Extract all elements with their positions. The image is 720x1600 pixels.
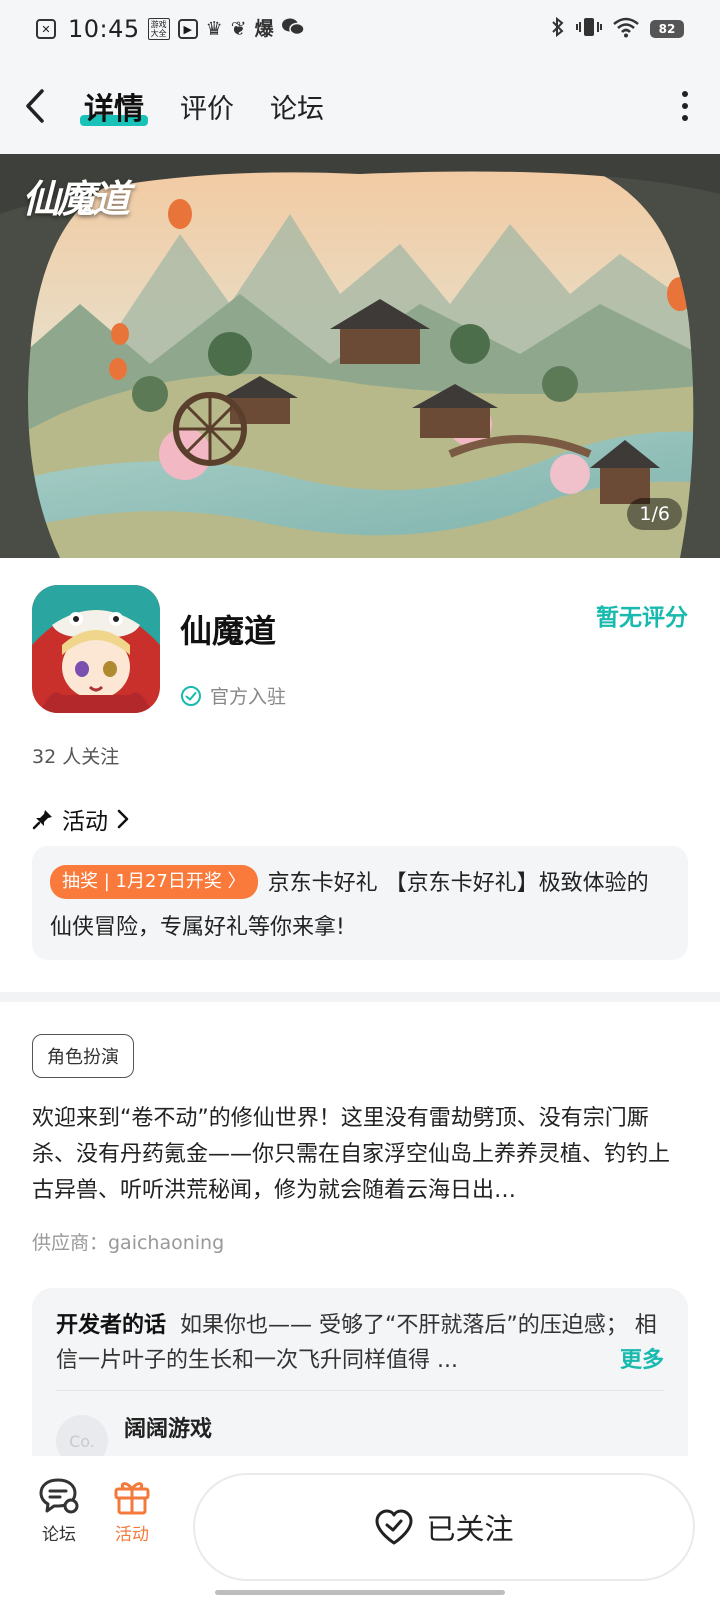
section-divider	[0, 992, 720, 1002]
play-square-icon: ▶	[177, 19, 198, 39]
supplier-text: 供应商：gaichaoning	[32, 1232, 225, 1254]
tab-forum[interactable]: 论坛	[270, 87, 324, 126]
gift-icon	[114, 1482, 150, 1515]
explode-char-icon: 爆	[254, 17, 274, 40]
forum-button[interactable]: 论坛	[38, 1476, 80, 1545]
status-left: ✕ 10:45 游戏大全 ▶ ♛ ❦ 爆	[36, 15, 305, 43]
crown-icon: ♛	[205, 17, 223, 40]
tab-details[interactable]: 详情	[80, 84, 148, 128]
more-dot	[682, 103, 688, 109]
battery-icon: 82	[650, 20, 684, 38]
back-button[interactable]	[0, 58, 70, 154]
more-dot	[682, 115, 688, 121]
app-info-section: 仙魔道 官方入驻 暂无评分 32 人关注 活动 抽奖 | 1月27日开奖 〉京东…	[0, 558, 720, 998]
app-name: 仙魔道	[180, 612, 277, 650]
forum-label: 论坛	[42, 1525, 76, 1545]
status-right: 82	[550, 16, 684, 42]
chevron-right-icon	[117, 809, 129, 829]
developer-divider	[56, 1390, 664, 1391]
close-square-icon: ✕	[36, 19, 56, 39]
banner-carousel[interactable]: 仙魔道 1/6	[0, 154, 720, 558]
activity-card[interactable]: 抽奖 | 1月27日开奖 〉京东卡好礼 【京东卡好礼】极致体验的仙侠冒险，专属好…	[32, 846, 688, 960]
genre-tag[interactable]: 角色扮演	[32, 1034, 134, 1078]
follow-button[interactable]: 已关注	[193, 1473, 695, 1581]
vibrate-icon	[576, 16, 602, 42]
banner-game-logo: 仙魔道	[22, 176, 130, 221]
status-bar: ✕ 10:45 游戏大全 ▶ ♛ ❦ 爆 82	[0, 0, 720, 58]
activity-label: 活动	[115, 1525, 149, 1545]
follow-label: 已关注	[426, 1512, 514, 1546]
home-indicator[interactable]	[215, 1590, 505, 1595]
wechat-icon	[281, 17, 305, 41]
follower-count: 32 人关注	[32, 746, 120, 768]
pin-icon	[32, 810, 52, 830]
heart-check-icon	[375, 1509, 413, 1545]
activity-button[interactable]: 活动	[112, 1476, 152, 1545]
developer-notes: 开发者的话 如果你也—— 受够了“不肝就落后”的压迫感； 相信一片叶子的生长和一次…	[56, 1308, 664, 1378]
tab-bar: 详情 评价 论坛	[80, 84, 324, 128]
activity-header-label: 活动	[62, 809, 108, 835]
developer-name: 阔阔游戏	[124, 1417, 213, 1442]
forum-icon	[39, 1478, 79, 1514]
description-section: 角色扮演 欢迎来到“卷不动”的修仙世界！这里没有雷劫劈顶、没有宗门厮杀、没有丹药…	[0, 1002, 720, 1488]
lottery-tag: 抽奖 | 1月27日开奖 〉	[50, 865, 258, 899]
status-time: 10:45	[68, 15, 140, 43]
bottom-action-bar: 论坛 活动 已关注	[0, 1456, 720, 1600]
bluetooth-icon	[550, 16, 566, 42]
official-label: 官方入驻	[210, 686, 287, 708]
check-circle-icon	[181, 685, 201, 706]
more-wrap: 更多	[607, 1343, 664, 1378]
game-intro-text[interactable]: 欢迎来到“卷不动”的修仙世界！这里没有雷劫劈顶、没有宗门厮杀、没有丹药氪金——你…	[32, 1101, 688, 1209]
official-badge: 官方入驻	[180, 682, 286, 709]
app-icon	[32, 585, 160, 713]
more-dot	[682, 91, 688, 97]
more-options-button[interactable]	[650, 58, 720, 154]
developer-notes-title: 开发者的话	[56, 1313, 167, 1338]
game-hall-icon: 游戏大全	[147, 18, 170, 40]
chevron-left-icon	[26, 89, 44, 123]
wifi-icon	[612, 16, 640, 42]
activity-section-link[interactable]: 活动	[32, 802, 130, 836]
more-link[interactable]: 更多	[620, 1348, 664, 1373]
tab-reviews[interactable]: 评价	[180, 87, 234, 126]
rating-label[interactable]: 暂无评分	[596, 598, 688, 632]
top-nav-bar: 详情 评价 论坛	[0, 58, 720, 154]
leaf-icon: ❦	[230, 17, 247, 40]
banner-page-counter: 1/6	[627, 498, 682, 530]
